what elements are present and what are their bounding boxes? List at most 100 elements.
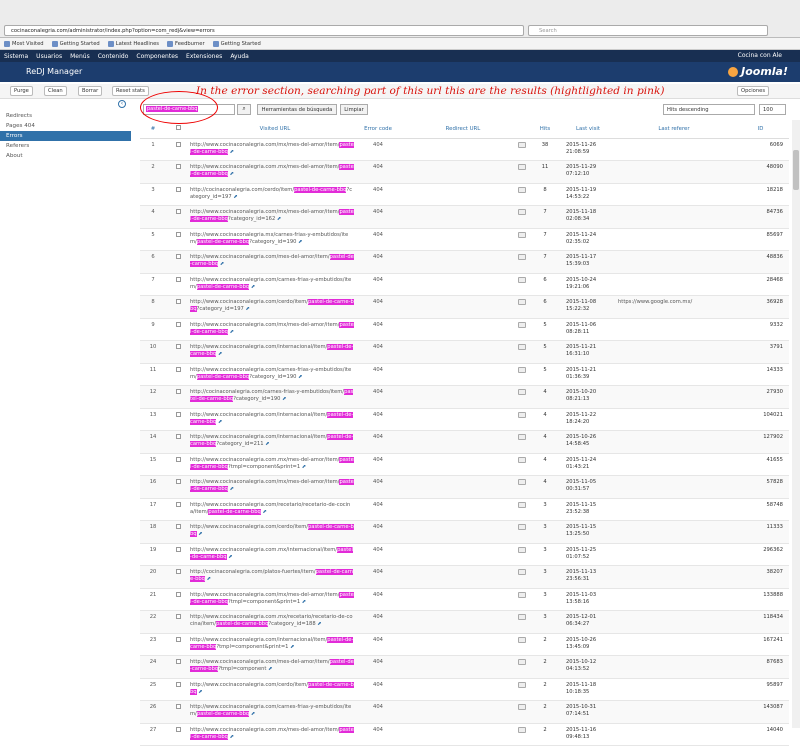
last-referer[interactable] xyxy=(616,250,732,274)
sidebar-item-about[interactable]: About xyxy=(0,151,131,161)
sidebar-item-referers[interactable]: Referers xyxy=(0,141,131,151)
external-link-icon[interactable]: ⬈ xyxy=(233,194,237,200)
external-link-icon[interactable]: ⬈ xyxy=(230,486,234,492)
row-checkbox[interactable] xyxy=(175,546,181,552)
edit-redirect-icon[interactable] xyxy=(518,276,526,283)
purge-button[interactable]: Purge xyxy=(10,86,33,96)
last-referer[interactable] xyxy=(616,723,732,746)
last-referer[interactable] xyxy=(616,678,732,701)
clear-button[interactable]: Limpiar xyxy=(340,104,368,115)
header-redirect-url[interactable]: Redirect URL xyxy=(396,120,530,139)
sidebar-item-errors[interactable]: Errors xyxy=(0,131,131,141)
page-scrollbar[interactable] xyxy=(792,120,800,728)
select-all-checkbox[interactable] xyxy=(175,125,181,131)
edit-redirect-icon[interactable] xyxy=(518,659,526,665)
external-link-icon[interactable]: ⬈ xyxy=(282,396,286,402)
external-link-icon[interactable]: ⬈ xyxy=(265,441,269,447)
external-link-icon[interactable]: ⬈ xyxy=(317,621,321,627)
external-link-icon[interactable]: ⬈ xyxy=(268,666,272,672)
last-referer[interactable] xyxy=(616,138,732,161)
edit-redirect-icon[interactable] xyxy=(518,726,526,733)
header-id[interactable]: ID xyxy=(732,120,789,139)
clean-button[interactable]: Clean xyxy=(44,86,67,96)
external-link-icon[interactable]: ⬈ xyxy=(298,374,302,380)
external-link-icon[interactable]: ⬈ xyxy=(220,261,224,267)
menu-extensiones[interactable]: Extensiones xyxy=(186,53,222,60)
menu-contenido[interactable]: Contenido xyxy=(98,53,129,60)
row-checkbox[interactable] xyxy=(175,344,181,349)
bookmark-item[interactable]: Feedburner xyxy=(167,40,205,47)
last-referer[interactable] xyxy=(616,633,732,656)
external-link-icon[interactable]: ⬈ xyxy=(298,239,302,245)
row-checkbox[interactable] xyxy=(175,321,181,327)
row-checkbox[interactable] xyxy=(175,389,181,394)
last-referer[interactable] xyxy=(616,318,732,341)
external-link-icon[interactable]: ⬈ xyxy=(218,351,222,357)
external-link-icon[interactable]: ⬈ xyxy=(230,329,234,335)
url-bar[interactable]: cocinaconalegria.com/administrator/index… xyxy=(4,25,524,36)
last-referer[interactable] xyxy=(616,475,732,499)
menu-sistema[interactable]: Sistema xyxy=(4,53,28,60)
sidebar-item-pages-404[interactable]: Pages 404 xyxy=(0,121,131,131)
external-link-icon[interactable]: ⬈ xyxy=(290,644,294,650)
site-link[interactable]: Cocina con Ale xyxy=(738,52,782,59)
row-checkbox[interactable] xyxy=(175,569,181,574)
external-link-icon[interactable]: ⬈ xyxy=(230,171,234,177)
last-referer[interactable] xyxy=(616,408,732,431)
edit-redirect-icon[interactable] xyxy=(518,591,526,598)
external-link-icon[interactable]: ⬈ xyxy=(207,576,211,582)
row-checkbox[interactable] xyxy=(175,164,181,169)
menu-ayuda[interactable]: Ayuda xyxy=(230,53,249,60)
row-checkbox[interactable] xyxy=(175,591,181,597)
edit-redirect-icon[interactable] xyxy=(518,456,526,463)
edit-redirect-icon[interactable] xyxy=(518,569,526,575)
bookmark-item[interactable]: Most Visited xyxy=(4,40,44,47)
last-referer[interactable] xyxy=(616,183,732,206)
row-checkbox[interactable] xyxy=(175,479,181,484)
edit-redirect-icon[interactable] xyxy=(518,321,526,328)
edit-redirect-icon[interactable] xyxy=(518,389,526,395)
row-checkbox[interactable] xyxy=(175,141,181,147)
external-link-icon[interactable]: ⬈ xyxy=(246,306,250,312)
reset-stats-button[interactable]: Reset stats xyxy=(112,86,149,96)
menu-menus[interactable]: Menús xyxy=(70,53,90,60)
menu-componentes[interactable]: Componentes xyxy=(136,53,178,60)
row-checkbox[interactable] xyxy=(175,276,181,282)
external-link-icon[interactable]: ⬈ xyxy=(302,599,306,605)
browser-search-input[interactable]: Search xyxy=(528,25,768,36)
last-referer[interactable] xyxy=(616,543,732,566)
limit-select[interactable]: 100 xyxy=(759,104,786,115)
edit-redirect-icon[interactable] xyxy=(518,411,526,418)
edit-redirect-icon[interactable] xyxy=(518,231,526,238)
edit-redirect-icon[interactable] xyxy=(518,344,526,350)
row-checkbox[interactable] xyxy=(175,636,181,642)
last-referer[interactable] xyxy=(616,610,732,634)
last-referer[interactable] xyxy=(616,160,732,184)
row-checkbox[interactable] xyxy=(175,681,181,687)
external-link-icon[interactable]: ⬈ xyxy=(262,509,266,515)
row-checkbox[interactable] xyxy=(175,209,181,214)
edit-redirect-icon[interactable] xyxy=(518,614,526,620)
last-referer[interactable] xyxy=(616,273,732,296)
sort-select[interactable]: Hits descending xyxy=(663,104,755,115)
edit-redirect-icon[interactable] xyxy=(518,254,526,260)
bookmark-item[interactable]: Getting Started xyxy=(212,40,261,47)
header-last-visit[interactable]: Last visit xyxy=(560,120,616,139)
external-link-icon[interactable]: ⬈ xyxy=(302,464,306,470)
sidebar-item-redirects[interactable]: Redirects xyxy=(0,111,131,121)
header-hits[interactable]: Hits xyxy=(530,120,560,139)
header-check[interactable] xyxy=(166,120,190,139)
last-referer[interactable] xyxy=(616,363,732,386)
row-checkbox[interactable] xyxy=(175,704,181,709)
collapse-sidebar-icon[interactable]: ‹ xyxy=(118,100,126,108)
last-referer[interactable] xyxy=(616,700,732,724)
external-link-icon[interactable]: ⬈ xyxy=(251,711,255,717)
edit-redirect-icon[interactable] xyxy=(518,164,526,170)
last-referer[interactable] xyxy=(616,385,732,409)
edit-redirect-icon[interactable] xyxy=(518,681,526,688)
last-referer[interactable] xyxy=(616,498,732,521)
delete-button[interactable]: Borrar xyxy=(78,86,103,96)
last-referer[interactable] xyxy=(616,588,732,611)
row-checkbox[interactable] xyxy=(175,411,181,417)
last-referer[interactable] xyxy=(616,430,732,454)
